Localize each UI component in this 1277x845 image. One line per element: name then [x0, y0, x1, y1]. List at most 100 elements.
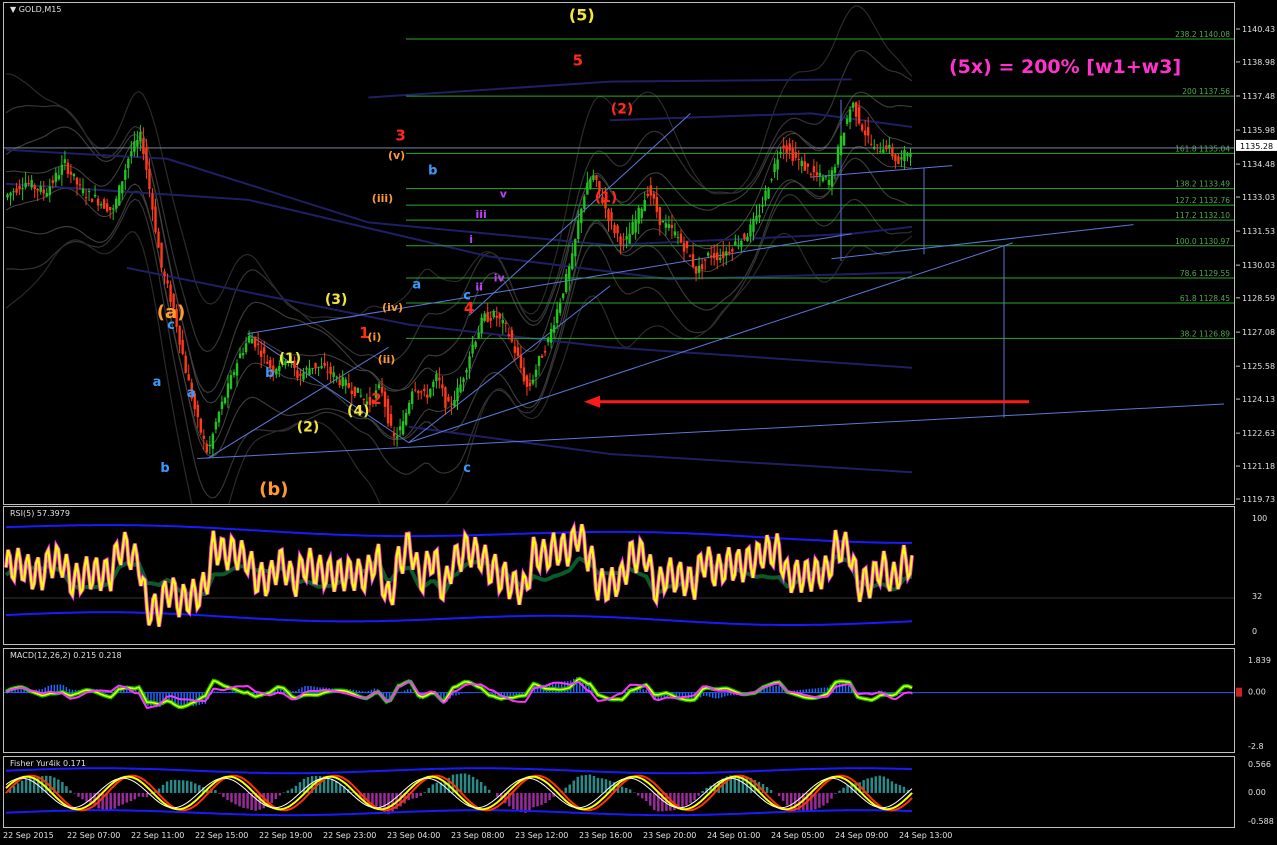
fisher-chart-svg[interactable]: [4, 757, 1234, 827]
candle-body: [688, 255, 692, 257]
candle-body: [311, 367, 314, 370]
candle-body: [516, 347, 520, 356]
price-tick-label: 1119.73: [1242, 495, 1275, 504]
time-tick-label: 22 Sep 07:00: [67, 831, 121, 840]
candle-body: [540, 355, 544, 358]
fib-level-label: 127.2 1132.76: [1175, 196, 1230, 205]
wave-label: (i): [368, 330, 382, 343]
fisher-red-line: [5, 774, 913, 812]
candle-body: [891, 147, 894, 157]
price-pane[interactable]: ▼ GOLD,M15 238.2 1140.08 200 1137.56 161.8…: [3, 2, 1235, 505]
candle-body: [438, 377, 441, 381]
candle-body: [39, 186, 42, 192]
candle-body: [214, 421, 218, 430]
rsi-pane[interactable]: RSI(5) 57.3979: [3, 506, 1235, 645]
candle-body: [359, 395, 363, 397]
candle-body: [27, 183, 30, 185]
candle-body: [673, 231, 677, 236]
candle-body: [848, 109, 852, 122]
price-tick-label: 1130.03: [1242, 261, 1275, 270]
candle-body: [202, 435, 206, 439]
macd-axis: 1.839 0.00 -2.8: [1236, 656, 1271, 751]
macd-pane[interactable]: MACD(12,26,2) 0.215 0.218: [3, 648, 1235, 753]
candle-body: [444, 387, 447, 408]
candle-body: [568, 266, 571, 280]
candle-body: [697, 265, 701, 273]
candle-body: [169, 284, 172, 303]
candle-body: [256, 343, 260, 345]
candle-body: [247, 335, 251, 343]
price-tick-label: 1124.13: [1242, 395, 1275, 404]
candle-body: [725, 251, 728, 256]
candle-body: [809, 173, 813, 175]
candle-body: [571, 253, 574, 270]
wave-label: b: [160, 461, 169, 476]
candle-body: [108, 207, 112, 210]
rsi-chart-svg[interactable]: [4, 507, 1234, 644]
candle-body: [154, 206, 157, 233]
candle-body: [631, 222, 634, 235]
candle-body: [33, 184, 36, 190]
candle-body: [450, 403, 453, 405]
candle-body: [136, 139, 139, 147]
wave-label: (2): [611, 101, 634, 117]
candle-body: [263, 347, 266, 354]
candle-body: [824, 176, 828, 178]
candle-body: [595, 175, 598, 180]
candle-body: [495, 315, 498, 318]
candle-body: [465, 369, 468, 373]
candle-body: [773, 163, 776, 173]
fisher-tick-label: -0.588: [1248, 817, 1274, 826]
rsi-axis: 100 32 0: [1252, 514, 1267, 636]
candle-body: [873, 146, 876, 149]
candle-body: [208, 444, 212, 447]
candle-body: [350, 390, 353, 395]
rsi-tick-label: 100: [1252, 514, 1267, 523]
candle-body: [565, 273, 568, 292]
candle-body: [66, 162, 70, 174]
rsi-band-lower: [6, 611, 913, 626]
macd-chart-svg[interactable]: [4, 649, 1234, 752]
candle-body: [395, 436, 399, 439]
time-tick-label: 23 Sep 12:00: [515, 831, 569, 840]
candle-body: [818, 172, 822, 176]
candle-body: [383, 391, 387, 407]
candle-body: [118, 185, 121, 206]
candle-body: [356, 387, 360, 393]
wave-label: 5: [573, 52, 583, 70]
candle-body: [187, 374, 190, 381]
candle-body: [84, 197, 88, 199]
price-chart-svg[interactable]: 238.2 1140.08 200 1137.56 161.8 1135.04 138…: [4, 3, 1234, 504]
candle-body: [69, 171, 73, 175]
candle-body: [244, 343, 248, 353]
candle-body: [317, 366, 320, 368]
wave-label: (1): [279, 351, 302, 367]
candle-body: [241, 353, 245, 356]
candle-body: [362, 399, 366, 401]
price-tick-label: 1121.18: [1242, 462, 1275, 471]
trend-line: [831, 224, 1134, 260]
macd-tick-label: -2.8: [1248, 742, 1264, 751]
candle-body: [734, 241, 737, 245]
candle-body: [211, 433, 215, 449]
candle-body: [426, 394, 429, 398]
fisher-pane[interactable]: Fisher Yur4ik 0.171: [3, 756, 1235, 828]
candle-body: [377, 384, 381, 389]
candle-body: [63, 159, 67, 163]
candle-body: [60, 164, 64, 175]
candle-body: [728, 251, 731, 254]
candle-body: [483, 313, 486, 321]
candle-body: [480, 317, 483, 334]
wave-label-blue: c: [463, 289, 471, 304]
candle-body: [181, 339, 184, 355]
candle-body: [655, 196, 659, 212]
candle-body: [607, 209, 610, 222]
candle-body: [338, 379, 341, 386]
candle-body: [459, 384, 462, 392]
candle-body: [392, 433, 396, 437]
wave-label-blue: b: [265, 366, 274, 381]
envelope-band: [6, 157, 913, 458]
candle-body: [489, 317, 492, 321]
candle-body: [616, 225, 619, 234]
candle-body: [259, 350, 263, 357]
